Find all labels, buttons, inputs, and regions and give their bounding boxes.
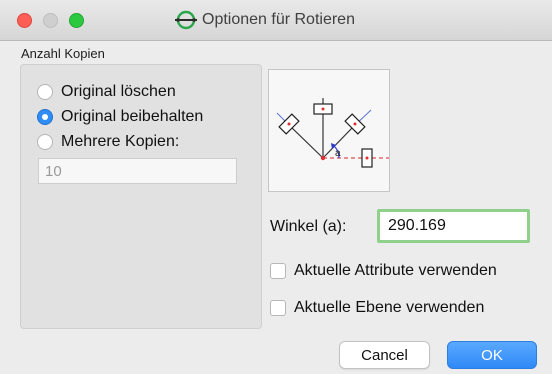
radio-label: Mehrere Kopien: — [61, 133, 180, 150]
maximize-window-button[interactable] — [69, 13, 84, 28]
radio-label: Original löschen — [61, 83, 176, 100]
angle-symbol: a — [335, 148, 341, 159]
angle-label: Winkel (a): — [270, 218, 347, 235]
window-title-group: Optionen für Rotieren — [174, 7, 355, 33]
angle-input[interactable] — [377, 209, 530, 243]
window-title: Optionen für Rotieren — [202, 11, 355, 28]
radio-button[interactable] — [37, 84, 53, 100]
radio-multiple-copies[interactable]: Mehrere Kopien: — [37, 131, 179, 153]
radio-button[interactable] — [37, 134, 53, 150]
rotation-diagram-icon: a — [276, 98, 389, 168]
rotate-options-dialog: Optionen für Rotieren Anzahl Kopien Orig… — [0, 0, 552, 374]
checkbox-label: Aktuelle Attribute verwenden — [294, 262, 497, 279]
cancel-button[interactable]: Cancel — [339, 341, 430, 369]
copies-count-field[interactable] — [38, 158, 237, 184]
checkbox[interactable] — [270, 263, 286, 279]
radio-delete-original[interactable]: Original löschen — [37, 81, 176, 103]
checkbox-current-attributes[interactable]: Aktuelle Attribute verwenden — [270, 261, 497, 281]
checkbox-current-layer[interactable]: Aktuelle Ebene verwenden — [270, 298, 484, 318]
radio-button-selected[interactable] — [37, 109, 53, 125]
copies-group-box — [20, 64, 262, 329]
ok-button[interactable]: OK — [447, 341, 537, 369]
minimize-window-button[interactable] — [43, 13, 58, 28]
close-window-button[interactable] — [17, 13, 32, 28]
rotation-preview: a — [268, 69, 390, 192]
checkbox[interactable] — [270, 300, 286, 316]
circle-line-icon — [175, 10, 197, 30]
checkbox-label: Aktuelle Ebene verwenden — [294, 299, 485, 316]
radio-label: Original beibehalten — [61, 108, 204, 125]
copies-group-label: Anzahl Kopien — [21, 46, 105, 61]
title-bar[interactable]: Optionen für Rotieren — [0, 0, 552, 41]
radio-keep-original[interactable]: Original beibehalten — [37, 106, 203, 128]
